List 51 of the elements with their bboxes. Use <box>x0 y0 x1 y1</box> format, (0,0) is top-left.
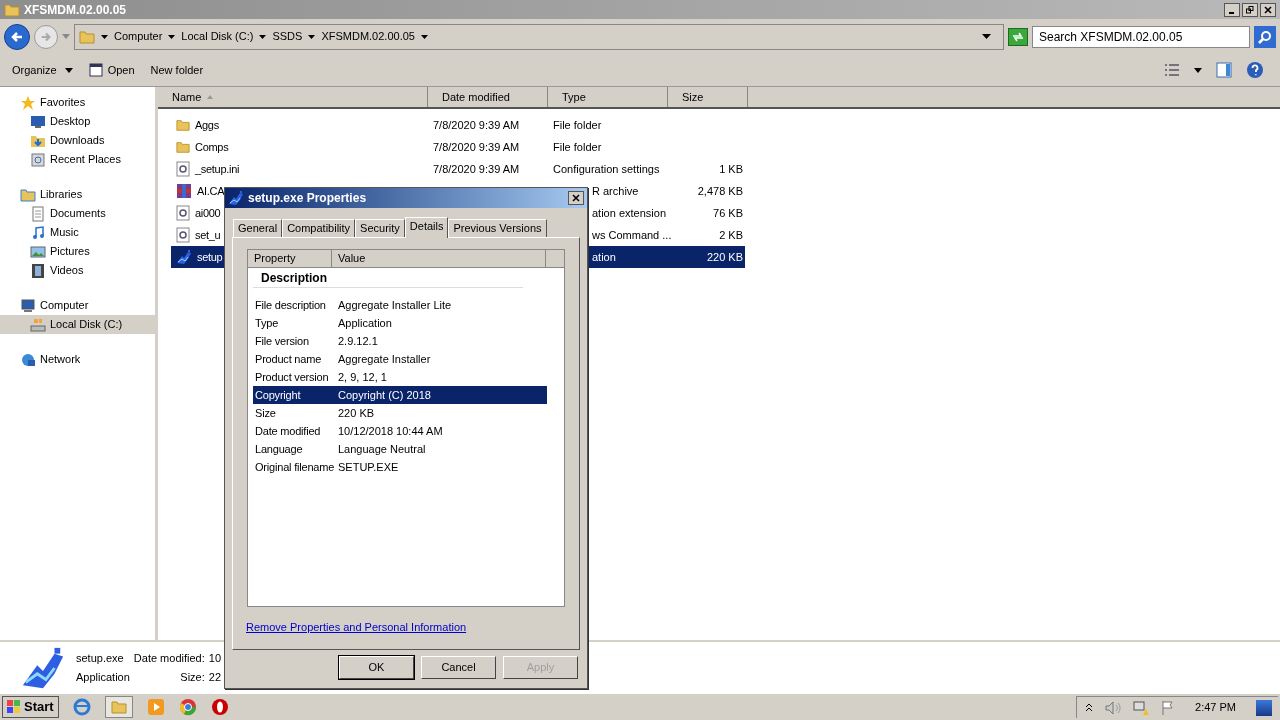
file-size: 2,478 KB <box>697 184 743 197</box>
file-size: 220 KB <box>706 250 743 263</box>
file-name: Aggs <box>195 117 219 133</box>
file-size: 76 KB <box>713 206 743 219</box>
property-name: Copyright <box>254 387 302 403</box>
window-title: XFSMDM.02.00.05 <box>24 1 127 19</box>
field-value: 10 <box>208 650 221 666</box>
property-value: Aggregate Installer <box>338 351 431 367</box>
property-name: Type <box>254 315 280 331</box>
property-name: File version <box>254 333 310 349</box>
section-heading: Description <box>261 269 327 287</box>
property-name: Product name <box>254 351 323 367</box>
property-name: Original filename <box>254 459 336 475</box>
property-value: Copyright (C) 2018 <box>338 387 431 403</box>
file-type: File folder <box>553 118 602 131</box>
file-type: ation <box>592 250 616 263</box>
field-label: Date modified: <box>133 650 205 666</box>
file-name: Comps <box>195 139 229 155</box>
date-modified: 7/8/2020 9:39 AM <box>433 140 520 153</box>
property-value: SETUP.EXE <box>338 459 399 475</box>
file-name: setup.exe <box>76 650 125 666</box>
property-value: Language Neutral <box>338 441 426 457</box>
property-value: 2, 9, 12, 1 <box>338 369 387 385</box>
file-type: ation extension <box>592 206 666 219</box>
file-size: 1 KB <box>719 162 743 175</box>
property-value: Aggregate Installer Lite <box>338 297 452 313</box>
property-value: Application <box>338 315 392 331</box>
field-value: 22 <box>208 670 221 685</box>
dialog-title: setup.exe Properties <box>248 190 367 207</box>
property-value: 10/12/2018 10:44 AM <box>338 423 443 439</box>
file-type: File folder <box>553 140 602 153</box>
property-name: Size <box>254 405 277 421</box>
property-value: 220 KB <box>338 405 375 421</box>
file-name: set_u <box>195 227 221 243</box>
field-label: Size: <box>179 670 205 685</box>
file-name: _setup.ini <box>195 161 240 177</box>
file-type: R archive <box>592 184 639 197</box>
file-name: setup <box>197 249 223 265</box>
file-type: Configuration settings <box>553 162 660 175</box>
property-name: File description <box>254 297 327 313</box>
file-type: Application <box>76 670 130 685</box>
date-modified: 7/8/2020 9:39 AM <box>433 162 520 175</box>
file-name: AI.CA <box>197 183 225 199</box>
property-name: Language <box>254 441 304 457</box>
file-type: ws Command ... <box>592 228 672 241</box>
date-modified: 7/8/2020 9:39 AM <box>433 118 520 131</box>
property-name: Date modified <box>254 423 322 439</box>
file-size: 2 KB <box>719 228 743 241</box>
property-name: Product version <box>254 369 330 385</box>
property-value: 2.9.12.1 <box>338 333 378 349</box>
file-name: ai000 <box>195 205 221 221</box>
